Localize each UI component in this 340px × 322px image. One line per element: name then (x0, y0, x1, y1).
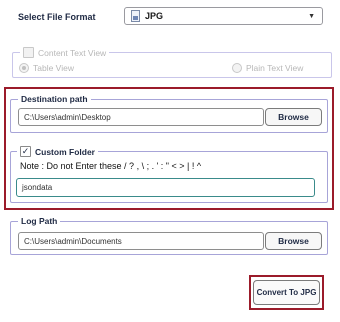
file-format-value: JPG (145, 11, 164, 21)
file-image-icon (131, 10, 140, 22)
content-text-view-checkbox[interactable] (23, 47, 34, 58)
destination-path-input[interactable]: C:\Users\admin\Desktop (18, 108, 264, 126)
select-format-label: Select File Format (18, 12, 96, 22)
log-path-group: Log Path C:\Users\admin\Documents Browse (10, 216, 328, 255)
log-path-input[interactable]: C:\Users\admin\Documents (18, 232, 264, 250)
content-text-view-group: Content Text View Table View Plain Text … (12, 47, 332, 78)
destination-path-label: Destination path (18, 94, 91, 104)
content-text-view-option[interactable]: Content Text View (20, 47, 110, 58)
custom-folder-group: ✓ Custom Folder Note : Do not Enter thes… (10, 146, 328, 203)
table-view-label: Table View (33, 63, 74, 73)
chevron-down-icon[interactable]: ▼ (308, 13, 315, 20)
file-format-select[interactable]: JPG ▼ (124, 7, 323, 25)
custom-folder-input[interactable]: jsondata (16, 178, 315, 197)
destination-browse-button[interactable]: Browse (265, 108, 322, 126)
plain-text-view-radio[interactable] (232, 63, 242, 73)
custom-folder-label: Custom Folder (35, 146, 95, 157)
destination-path-group: Destination path C:\Users\admin\Desktop … (10, 94, 328, 133)
log-browse-button[interactable]: Browse (265, 232, 322, 250)
table-view-radio[interactable] (19, 63, 29, 73)
table-view-option[interactable]: Table View (19, 63, 74, 73)
plain-text-view-label: Plain Text View (246, 63, 304, 73)
content-text-view-label: Content Text View (38, 47, 107, 58)
custom-folder-checkbox[interactable]: ✓ (20, 146, 31, 157)
log-path-label: Log Path (18, 216, 61, 226)
plain-text-view-option[interactable]: Plain Text View (232, 63, 303, 73)
custom-folder-note: Note : Do not Enter these / ? , \ ; . ' … (20, 161, 202, 171)
convert-button[interactable]: Convert To JPG (253, 280, 320, 305)
custom-folder-option[interactable]: ✓ Custom Folder (17, 146, 98, 157)
